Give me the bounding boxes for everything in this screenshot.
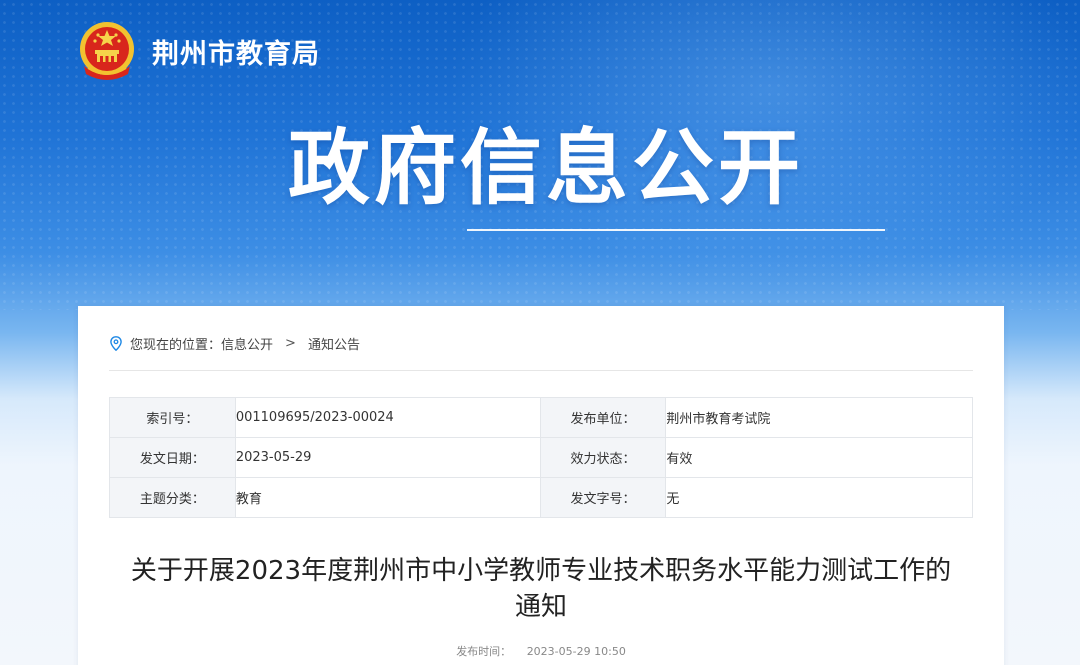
table-row: 主题分类： 教育 发文字号： 无 [109,477,973,518]
index-number-value: 001109695/2023-00024 [234,397,541,438]
issue-date-label: 发文日期： [109,437,236,478]
hero-underline [467,229,885,231]
document-meta-table: 索引号： 001109695/2023-00024 发布单位： 荆州市教育考试院… [109,397,973,518]
table-row: 发文日期： 2023-05-29 效力状态： 有效 [109,437,973,478]
validity-status-label: 效力状态： [539,437,667,478]
publish-time: 发布时间： 2023-05-29 10:50 [78,643,1004,659]
site-title[interactable]: 荆州市教育局 [152,32,320,71]
publish-time-label: 发布时间： [456,645,512,658]
breadcrumb-item-info-disclosure[interactable]: 信息公开 [221,334,273,353]
validity-status-value: 有效 [665,437,973,478]
breadcrumb-item-notices[interactable]: 通知公告 [308,334,360,353]
publisher-label: 发布单位： [539,397,667,438]
topic-category-label: 主题分类： [109,477,236,518]
page: 荆州市教育局 政府信息公开 您现在的位置： 信息公开 > 通知公告 索引号： 0… [0,0,1080,665]
document-title-line-2: 通知 [514,592,567,622]
breadcrumb-divider [109,370,973,371]
breadcrumb-separator: > [285,336,296,351]
location-pin-icon [110,336,122,351]
issue-date-value: 2023-05-29 [234,437,541,478]
document-title: 关于开展2023年度荆州市中小学教师专业技术职务水平能力测试工作的 通知 [78,553,1004,625]
breadcrumb: 您现在的位置： 信息公开 > 通知公告 [110,334,360,353]
publish-time-value: 2023-05-29 10:50 [526,645,626,658]
site-header[interactable]: 荆州市教育局 [78,20,320,82]
content-card: 您现在的位置： 信息公开 > 通知公告 索引号： 001109695/2023-… [78,306,1004,665]
breadcrumb-prefix: 您现在的位置： [130,338,222,353]
national-emblem-icon [80,22,134,80]
document-number-label: 发文字号： [539,477,667,518]
document-title-line-1: 关于开展2023年度荆州市中小学教师专业技术职务水平能力测试工作的 [130,556,952,586]
topic-category-value: 教育 [234,477,541,518]
table-row: 索引号： 001109695/2023-00024 发布单位： 荆州市教育考试院 [109,397,973,438]
index-number-label: 索引号： [109,397,236,438]
document-number-value: 无 [665,477,973,518]
publisher-value: 荆州市教育考试院 [665,397,973,438]
hero-title: 政府信息公开 [288,121,805,216]
